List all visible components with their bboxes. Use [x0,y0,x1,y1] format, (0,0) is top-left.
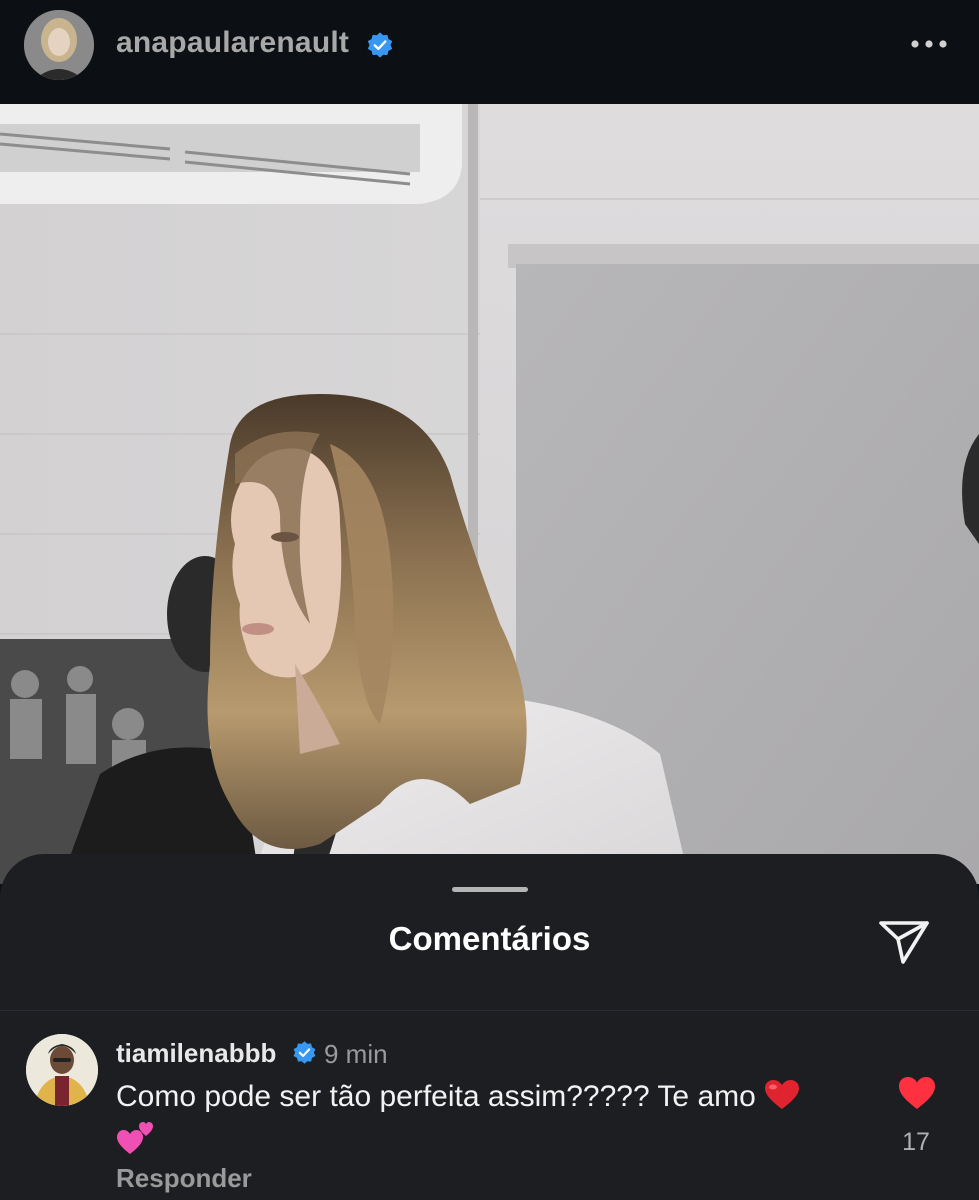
commenter-avatar[interactable] [26,1034,98,1106]
drag-handle[interactable] [452,887,528,892]
verified-badge-icon [293,1041,316,1064]
like-count: 17 [902,1128,930,1156]
author-username[interactable]: anapaularenault [116,26,349,60]
red-heart-emoji-icon [765,1080,800,1109]
heart-filled-icon[interactable] [897,1075,937,1111]
more-options-icon[interactable] [908,30,950,58]
commenter-username[interactable]: tiamilenabbb [116,1038,276,1069]
post-header: anapaularenault [0,0,979,104]
comment-timestamp: 9 min [324,1039,388,1069]
comments-title: Comentários [388,920,591,957]
author-avatar[interactable] [24,10,94,80]
comment-text-body: Como pode ser tão perfeita assim????? Te… [116,1080,756,1113]
send-icon[interactable] [876,917,932,967]
comment-text: Como pode ser tão perfeita assim????? Te… [116,1076,846,1164]
sheet-divider [0,1010,979,1011]
reply-button[interactable]: Responder [116,1163,252,1194]
post-photo[interactable] [0,104,979,884]
verified-badge-icon [367,32,393,58]
two-hearts-emoji-icon [117,1122,153,1154]
comments-sheet: Comentários tiamilenabbb 9 min Como pode… [0,854,979,1200]
